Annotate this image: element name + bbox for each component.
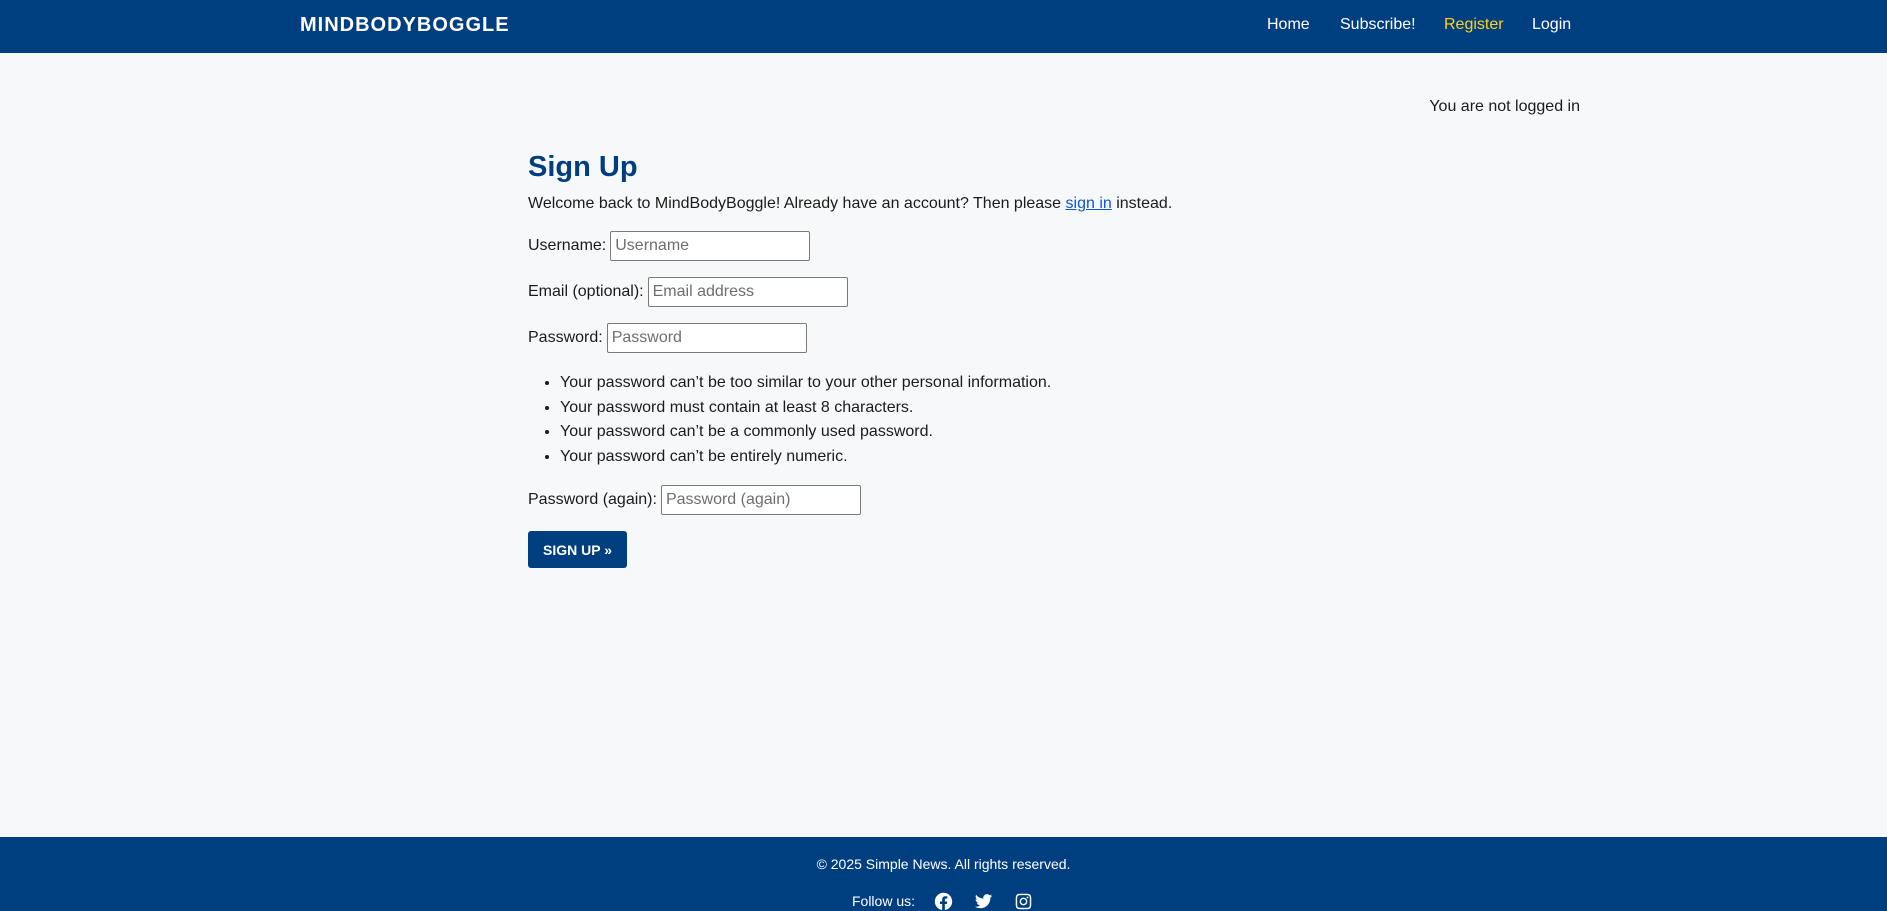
nav-register-link[interactable]: Register <box>1444 16 1504 34</box>
intro-text: Welcome back to MindBodyBoggle! Already … <box>528 194 1428 214</box>
page-title: Sign Up <box>528 151 638 183</box>
navbar: MINDBODYBOGGLE Home Subscribe! Register … <box>0 0 1887 53</box>
password-row: Password: <box>528 323 1428 353</box>
password-input[interactable] <box>606 323 807 353</box>
email-row: Email (optional): <box>528 277 1428 307</box>
signup-form: Username: Email (optional): Password: Yo… <box>528 231 1428 568</box>
password-again-label: Password (again): <box>528 491 657 508</box>
username-input[interactable] <box>610 231 811 261</box>
email-input[interactable] <box>647 277 848 307</box>
intro-text-before: Welcome back to MindBodyBoggle! Already … <box>528 195 1066 212</box>
brand-logo-link[interactable]: MINDBODYBOGGLE <box>300 14 510 37</box>
sign-up-button[interactable]: SIGN UP » <box>528 531 627 568</box>
intro-text-after: instead. <box>1111 195 1173 212</box>
nav-login-link[interactable]: Login <box>1532 16 1571 34</box>
password-help-item: Your password can’t be a commonly used p… <box>560 420 1428 445</box>
username-label: Username: <box>528 237 607 254</box>
page: MINDBODYBOGGLE Home Subscribe! Register … <box>0 0 1887 911</box>
password-label: Password: <box>528 329 603 346</box>
login-status: You are not logged in <box>1429 98 1580 115</box>
footer: © 2025 Simple News. All rights reserved.… <box>0 837 1887 911</box>
copyright-text: © 2025 Simple News. All rights reserved. <box>816 856 1071 872</box>
email-label: Email (optional): <box>528 283 644 300</box>
username-row: Username: <box>528 231 1428 261</box>
nav-home-link[interactable]: Home <box>1267 16 1310 34</box>
instagram-icon[interactable] <box>1011 889 1035 911</box>
social-links: Follow us: <box>0 889 1887 911</box>
password-help-item: Your password can’t be too similar to yo… <box>560 371 1428 396</box>
twitter-icon[interactable] <box>971 889 995 911</box>
password-help-item: Your password must contain at least 8 ch… <box>560 396 1428 421</box>
password-again-row: Password (again): <box>528 485 1428 515</box>
nav-subscribe-link[interactable]: Subscribe! <box>1340 16 1416 34</box>
password-again-input[interactable] <box>660 485 861 515</box>
follow-label: Follow us: <box>851 893 916 909</box>
password-help-item: Your password can’t be entirely numeric. <box>560 445 1428 470</box>
facebook-icon[interactable] <box>931 889 955 911</box>
signup-section: Sign Up Welcome back to MindBodyBoggle! … <box>528 148 1428 568</box>
password-help-list: Your password can’t be too similar to yo… <box>560 371 1428 469</box>
sign-in-link[interactable]: sign in <box>1066 195 1112 212</box>
